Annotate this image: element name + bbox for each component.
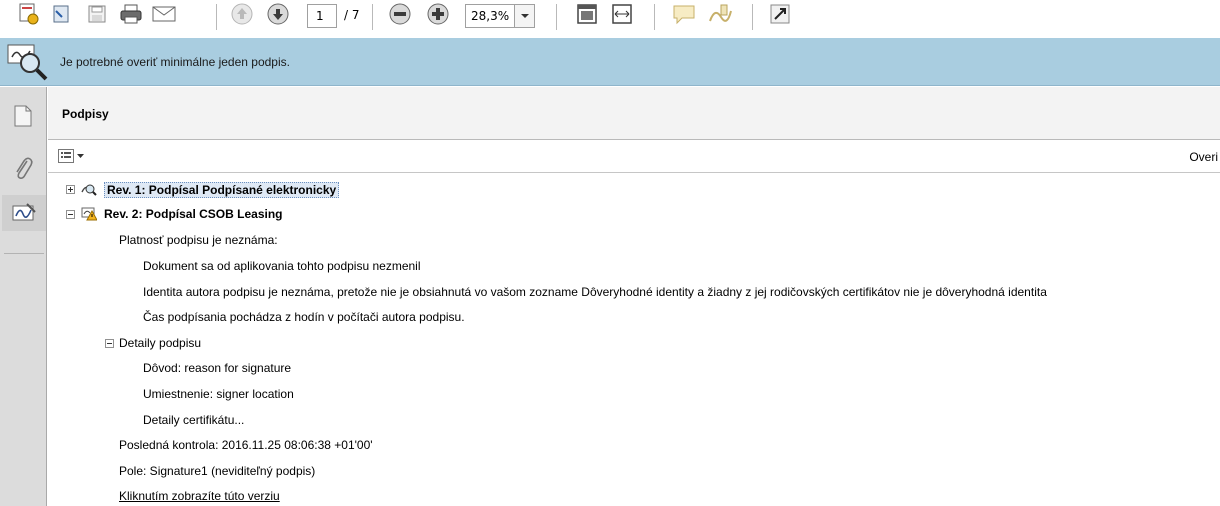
zoom-dropdown[interactable] <box>515 4 535 28</box>
expand-icon[interactable] <box>766 0 794 28</box>
fit-page-icon[interactable] <box>573 0 601 28</box>
signatures-tree: Rev. 1: Podpísal Podpísané elektronicky … <box>48 174 1220 506</box>
chevron-down-icon <box>77 153 84 158</box>
tree-item-doc-unchanged[interactable]: Dokument sa od aplikovania tohto podpisu… <box>143 259 421 273</box>
previous-page-icon[interactable] <box>228 0 256 28</box>
tree-item-details[interactable]: Detaily podpisu <box>119 336 201 350</box>
toolbar-separator <box>372 4 373 30</box>
create-icon[interactable] <box>14 0 42 28</box>
tree-item-location[interactable]: Umiestnenie: signer location <box>143 387 294 401</box>
tree-item-rev2[interactable]: Rev. 2: Podpísal CSOB Leasing <box>104 207 283 221</box>
toolbar-separator <box>752 4 753 30</box>
view-version-link[interactable]: Kliknutím zobrazíte túto verziu <box>119 489 280 503</box>
toolbar-separator <box>216 4 217 30</box>
navigation-rail <box>0 87 47 506</box>
verify-all-button[interactable]: Overi <box>1189 150 1218 164</box>
tree-item-rev1[interactable]: Rev. 1: Podpísal Podpísané elektronicky <box>104 182 340 198</box>
collapse-details-toggle[interactable] <box>105 339 114 348</box>
zoom-out-icon[interactable] <box>386 0 414 28</box>
email-icon[interactable] <box>150 0 178 28</box>
options-button[interactable] <box>58 149 84 163</box>
zoom-input[interactable]: 28,3% <box>465 4 515 28</box>
page-number-input[interactable]: 1 <box>307 4 337 28</box>
save-icon[interactable] <box>83 0 111 28</box>
tree-item-identity-unknown[interactable]: Identita autora podpisu je neznáma, pret… <box>143 285 1047 299</box>
comment-icon[interactable] <box>670 0 698 28</box>
toolbar-separator <box>556 4 557 30</box>
attachments-icon[interactable] <box>8 153 38 183</box>
options-icon <box>58 149 74 163</box>
signature-warning-icon <box>81 207 98 221</box>
signatures-panel-header: Podpisy <box>48 87 1220 140</box>
zoom-in-icon[interactable] <box>424 0 452 28</box>
expand-rev1-toggle[interactable] <box>66 185 75 194</box>
message-text: Je potrebné overiť minimálne jeden podpi… <box>60 55 290 69</box>
pages-icon[interactable] <box>8 101 38 131</box>
signature-validate-icon <box>6 41 50 83</box>
signatures-icon[interactable] <box>2 195 46 231</box>
collapse-rev2-toggle[interactable] <box>66 210 75 219</box>
chevron-down-icon <box>520 14 529 18</box>
tree-item-last-check[interactable]: Posledná kontrola: 2016.11.25 08:06:38 +… <box>119 438 373 452</box>
next-page-icon[interactable] <box>264 0 292 28</box>
panel-title: Podpisy <box>62 107 109 121</box>
tree-item-reason[interactable]: Dôvod: reason for signature <box>143 361 291 375</box>
print-icon[interactable] <box>117 0 145 28</box>
main-toolbar: 1 / 7 28,3% <box>0 0 1220 33</box>
fit-width-icon[interactable] <box>608 0 636 28</box>
tree-item-validity[interactable]: Platnosť podpisu je neznáma: <box>119 233 278 247</box>
signatures-panel-toolbar: Overi <box>48 141 1220 173</box>
tree-item-time-source[interactable]: Čas podpísania pochádza z hodín v počíta… <box>143 310 465 324</box>
attach-icon[interactable] <box>47 0 75 28</box>
sign-icon[interactable] <box>706 0 734 28</box>
rail-divider <box>4 253 44 254</box>
signature-validate-icon <box>81 182 97 196</box>
message-bar: Je potrebné overiť minimálne jeden podpi… <box>0 38 1220 86</box>
tree-item-field[interactable]: Pole: Signature1 (neviditeľný podpis) <box>119 464 315 478</box>
tree-item-cert-details[interactable]: Detaily certifikátu... <box>143 413 244 427</box>
toolbar-separator <box>654 4 655 30</box>
page-total: / 7 <box>344 8 360 22</box>
